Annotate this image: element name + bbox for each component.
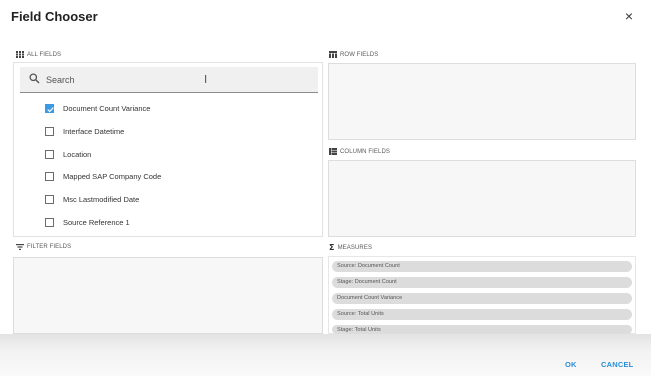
field-label: Mapped SAP Company Code [63, 171, 162, 181]
dialog-title: Field Chooser [11, 9, 98, 24]
column-fields-label: COLUMN FIELDS [340, 148, 390, 155]
search-input[interactable] [46, 71, 286, 89]
measure-chip[interactable]: Source: Document Count [332, 261, 632, 272]
all-fields-header: ALL FIELDS [16, 51, 61, 58]
field-item-source-reference-1[interactable]: Source Reference 1 [45, 214, 130, 230]
field-label: Interface Datetime [63, 126, 125, 136]
measures-header: Σ MEASURES [329, 244, 372, 252]
all-fields-list: I Document Count Variance Interface Date… [13, 62, 323, 237]
field-item-document-count-variance[interactable]: Document Count Variance [45, 100, 150, 116]
column-fields-dropzone[interactable] [328, 160, 636, 237]
dialog-header: Field Chooser × [0, 0, 651, 34]
measure-chip[interactable]: Stage: Document Count [332, 277, 632, 288]
dialog-footer [0, 334, 651, 376]
checkbox[interactable] [45, 194, 54, 204]
cancel-button[interactable]: CANCEL [601, 360, 633, 369]
row-fields-header: ROW FIELDS [329, 51, 378, 58]
column-fields-header: COLUMN FIELDS [329, 148, 390, 155]
filter-icon [16, 244, 24, 250]
filter-fields-label: FILTER FIELDS [27, 244, 72, 250]
checkbox[interactable] [45, 217, 54, 227]
sigma-icon: Σ [329, 243, 335, 252]
measure-chip[interactable]: Source: Total Units [332, 309, 632, 320]
checkbox[interactable] [45, 171, 54, 181]
column-layout-icon [329, 148, 337, 155]
checkbox-checked[interactable] [45, 103, 54, 113]
measures-label: MEASURES [337, 245, 373, 251]
field-item-location[interactable]: Location [45, 146, 91, 162]
ok-button[interactable]: OK [565, 360, 577, 369]
checkmark-icon [47, 106, 54, 112]
filter-fields-dropzone[interactable] [13, 257, 323, 334]
field-label: Msc Lastmodified Date [63, 194, 140, 204]
close-icon[interactable]: × [625, 8, 633, 24]
field-label: Location [63, 149, 92, 159]
field-item-msc-lastmodified-date[interactable]: Msc Lastmodified Date [45, 191, 139, 207]
measure-chip[interactable]: Document Count Variance [332, 293, 632, 304]
filter-fields-header: FILTER FIELDS [16, 244, 71, 250]
field-item-interface-datetime[interactable]: Interface Datetime [45, 123, 124, 139]
field-label: Source Reference 1 [63, 217, 130, 227]
row-fields-dropzone[interactable] [328, 63, 636, 140]
row-layout-icon [329, 51, 337, 58]
all-fields-label: ALL FIELDS [27, 51, 62, 58]
text-cursor-icon: I [204, 73, 208, 86]
measure-chip[interactable]: Stage: Total Units [332, 325, 632, 334]
field-label: Document Count Variance [63, 103, 151, 113]
checkbox[interactable] [45, 149, 54, 159]
grid-icon [16, 51, 24, 58]
checkbox[interactable] [45, 126, 54, 136]
row-fields-label: ROW FIELDS [340, 51, 379, 58]
field-item-mapped-sap-company-code[interactable]: Mapped SAP Company Code [45, 168, 161, 184]
search-icon [29, 73, 40, 84]
search-box: I [20, 67, 318, 93]
